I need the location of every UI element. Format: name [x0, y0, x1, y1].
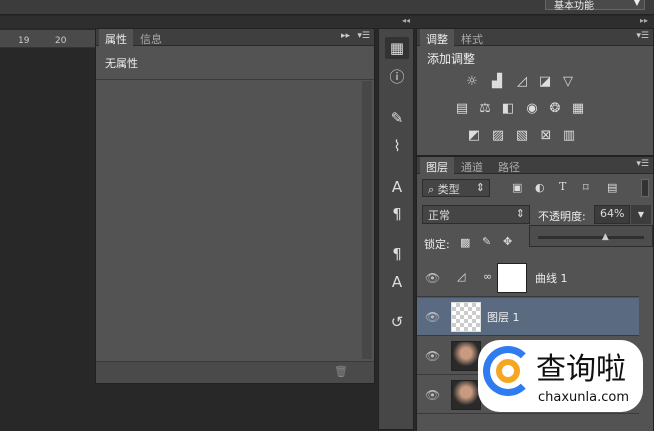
type-filter-icon[interactable]: T	[559, 180, 566, 193]
ruler-tick: 20	[55, 36, 67, 46]
layer-filter-select[interactable]: ⌕ 类型 ⇕	[422, 179, 490, 197]
blend-mode-value: 正常	[428, 209, 450, 222]
eye-icon[interactable]: 👁	[425, 310, 440, 324]
info-icon[interactable]: ⓘ	[385, 66, 409, 88]
selective-color-icon[interactable]: ⊠	[537, 128, 555, 144]
lock-pixels-icon[interactable]: ✎	[482, 235, 491, 248]
watermark: 查询啦 chaxunla.com	[478, 340, 643, 412]
ruler: 19 20	[0, 30, 95, 48]
tab-info[interactable]: 信息	[134, 29, 168, 46]
lock-label: 锁定:	[424, 238, 450, 251]
opacity-slider-popup[interactable]: ▲	[529, 225, 653, 247]
curves-icon[interactable]: ◿	[513, 74, 531, 90]
character-styles-icon[interactable]: A	[385, 271, 409, 293]
layer-name: 图层 1	[487, 311, 520, 324]
tab-properties[interactable]: 属性	[99, 29, 133, 46]
opacity-input[interactable]: 64%	[594, 205, 630, 224]
opacity-dropdown[interactable]: ▼	[631, 205, 651, 224]
paragraph-icon[interactable]: ¶	[385, 203, 409, 225]
adjustment-filter-icon[interactable]: ◐	[535, 181, 545, 194]
invert-icon[interactable]: ◩	[465, 128, 483, 144]
levels-icon[interactable]: ▟	[488, 74, 506, 90]
brush-presets-icon[interactable]: ⌇	[385, 135, 409, 157]
watermark-brand: 查询啦	[536, 352, 626, 387]
brightness-icon[interactable]: ☼	[463, 74, 481, 90]
adjustments-panel-icon[interactable]: ▦	[385, 37, 409, 59]
pixel-filter-icon[interactable]: ▣	[512, 181, 522, 194]
character-icon[interactable]: A	[385, 176, 409, 198]
opacity-slider-thumb[interactable]: ▲	[602, 232, 609, 242]
panel-menu-icon[interactable]: ▾☰	[636, 159, 649, 169]
watermark-url: chaxunla.com	[538, 390, 629, 405]
panel-menu-icon[interactable]: ▾☰	[636, 31, 649, 41]
tab-adjustments[interactable]: 调整	[420, 29, 454, 46]
properties-panel: 属性 信息 ▸▸ ▾☰ 无属性 🗑	[95, 28, 375, 384]
add-adjustment-title: 添加调整	[427, 52, 476, 66]
eye-icon[interactable]: 👁	[425, 271, 440, 285]
vibrance-icon[interactable]: ▽	[559, 74, 577, 90]
ruler-tick: 19	[18, 36, 30, 46]
collapse-icon[interactable]: ▸▸	[341, 31, 350, 41]
shape-filter-icon[interactable]: ⌑	[583, 181, 589, 194]
lock-transparent-icon[interactable]: ▩	[460, 236, 470, 249]
layer-thumbnail	[451, 380, 481, 410]
photo-filter-icon[interactable]: ◉	[523, 101, 541, 117]
black-white-icon[interactable]: ◧	[499, 101, 517, 117]
expand-right-icon[interactable]: ▸▸	[640, 16, 648, 25]
smart-object-filter-icon[interactable]: ▤	[607, 181, 617, 194]
tab-styles[interactable]: 样式	[455, 29, 489, 46]
color-balance-icon[interactable]: ⚖	[476, 101, 494, 117]
panel-dock-strip: ◂◂ ▸▸	[0, 16, 654, 28]
hue-saturation-icon[interactable]: ▤	[453, 101, 471, 117]
chevron-down-icon: ▼	[633, 0, 640, 7]
curves-adjustment-icon: ◿	[457, 270, 466, 283]
layer-mask-thumbnail	[497, 263, 527, 293]
threshold-icon[interactable]: ▧	[513, 128, 531, 144]
eye-icon[interactable]: 👁	[425, 388, 440, 402]
workspace-label: 基本功能	[554, 1, 594, 12]
layer-row[interactable]: 👁 图层 1	[417, 298, 639, 336]
panel-icon-strip: ▦ ⓘ ✎ ⌇ A ¶ ¶ A ↺	[378, 28, 414, 430]
layer-thumbnail	[451, 341, 481, 371]
workspace-select[interactable]: 基本功能 ▼	[545, 0, 645, 12]
paragraph-styles-icon[interactable]: ¶	[385, 243, 409, 265]
tab-paths[interactable]: 路径	[492, 157, 526, 174]
layer-name: 曲线 1	[535, 272, 568, 285]
tab-layers[interactable]: 图层	[420, 157, 454, 174]
posterize-icon[interactable]: ▨	[489, 128, 507, 144]
exposure-icon[interactable]: ◪	[536, 74, 554, 90]
color-lookup-icon[interactable]: ▦	[569, 101, 587, 117]
tab-channels[interactable]: 通道	[455, 157, 489, 174]
scrollbar[interactable]	[362, 81, 372, 359]
layer-row[interactable]: 👁 ◿ ∞ 曲线 1	[417, 259, 639, 297]
opacity-label: 不透明度:	[538, 210, 586, 223]
eye-icon[interactable]: 👁	[425, 349, 440, 363]
no-properties-text: 无属性	[105, 57, 138, 70]
panel-menu-icon[interactable]: ▾☰	[357, 31, 370, 41]
filter-toggle[interactable]	[641, 179, 649, 197]
trash-icon[interactable]: 🗑	[334, 365, 348, 378]
history-icon[interactable]: ↺	[385, 311, 409, 333]
layer-thumbnail	[451, 302, 481, 332]
lock-position-icon[interactable]: ✥	[503, 235, 512, 248]
filter-kind: 类型	[437, 183, 460, 196]
channel-mixer-icon[interactable]: ❂	[546, 101, 564, 117]
adjustments-panel: 调整 样式 ▾☰ 添加调整 ☼ ▟ ◿ ◪ ▽ ▤ ⚖ ◧ ◉ ❂ ▦ ◩ ▨ …	[416, 28, 654, 156]
collapse-left-icon[interactable]: ◂◂	[402, 16, 410, 25]
link-icon[interactable]: ∞	[483, 270, 492, 283]
blend-mode-select[interactable]: 正常 ⇕	[422, 205, 530, 224]
gradient-map-icon[interactable]: ▥	[560, 128, 578, 144]
brushes-icon[interactable]: ✎	[385, 107, 409, 129]
